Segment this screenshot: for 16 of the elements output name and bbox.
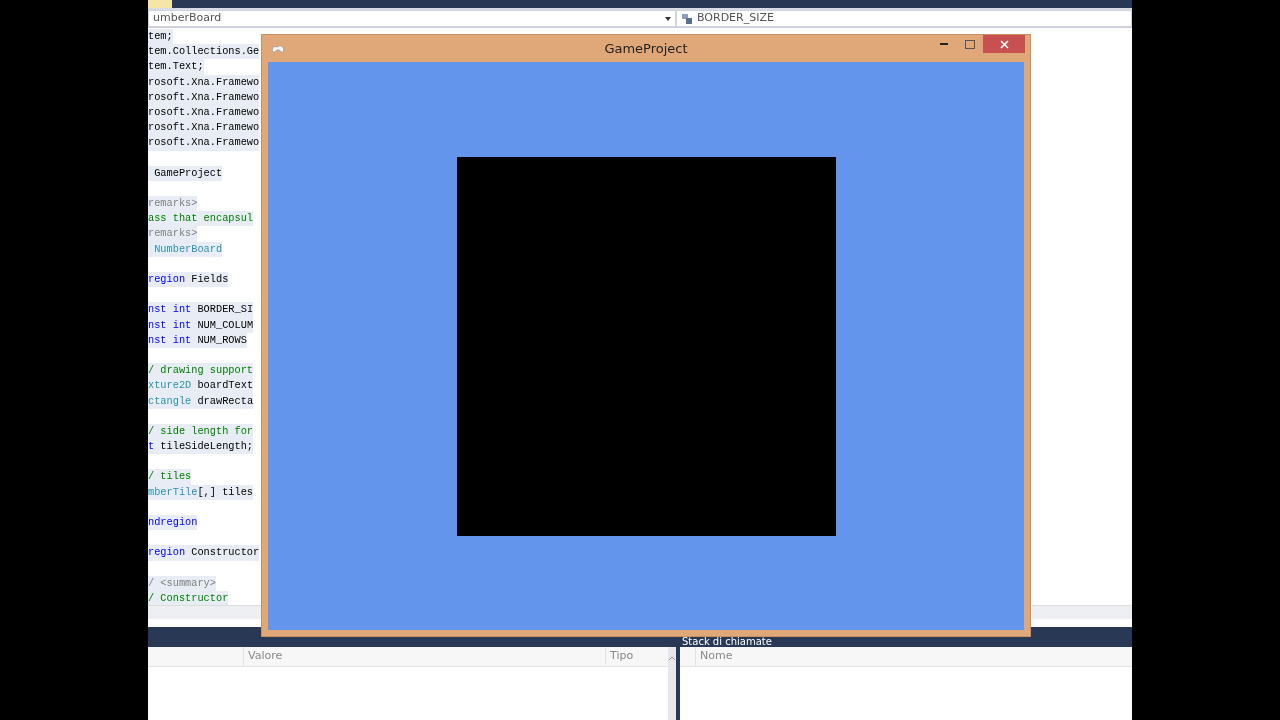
- field-icon: [681, 12, 693, 25]
- column-header[interactable]: Tipo: [606, 648, 662, 665]
- column-header[interactable]: Nome: [696, 648, 737, 665]
- close-button[interactable]: [983, 35, 1025, 53]
- scrollbar[interactable]: [668, 647, 676, 720]
- type-dropdown[interactable]: umberBoard: [148, 10, 676, 27]
- close-icon: [999, 39, 1009, 49]
- minimize-icon: [940, 43, 948, 45]
- gamepad-icon: [271, 42, 285, 55]
- panel-title: Stack di chiamate: [682, 636, 772, 647]
- window-title: GameProject: [603, 39, 689, 58]
- caret-icon: [665, 16, 671, 21]
- maximize-icon: [965, 39, 975, 49]
- scroll-up-icon: [668, 655, 676, 661]
- member-dropdown[interactable]: BORDER_SIZE: [676, 10, 1132, 27]
- column-header[interactable]: Valore: [244, 648, 606, 665]
